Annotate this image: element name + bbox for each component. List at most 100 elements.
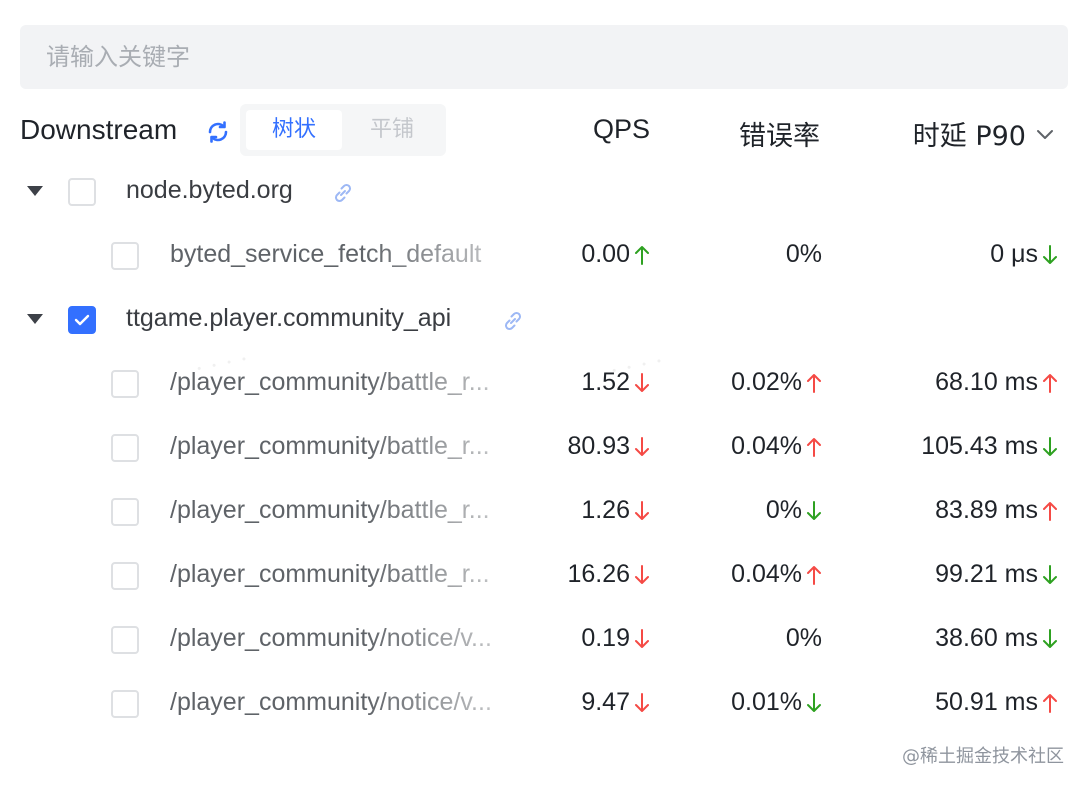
- group-name: ttgame.player.community_api: [126, 304, 452, 332]
- error-rate-cell: 0.01%: [731, 688, 822, 717]
- table-row[interactable]: /player_community/battle_r... 1.52 0.02% 68…: [0, 352, 1086, 416]
- latency-cell: 38.60 ms: [935, 624, 1058, 653]
- table-row[interactable]: /player_community/battle_r... 16.26 0.04% 9…: [0, 544, 1086, 608]
- caret-down-icon[interactable]: [27, 314, 43, 324]
- qps-cell: 0.19: [581, 624, 650, 653]
- arrow-down-icon: [1043, 564, 1057, 584]
- error-rate-cell-value: 0%: [785, 240, 822, 268]
- arrow-down-icon: [807, 692, 821, 712]
- group-row: node.byted.org: [0, 160, 1086, 224]
- table-row[interactable]: /player_community/notice/v... 0.19 0% 38.60…: [0, 608, 1086, 672]
- view-mode-switch: 树状 平铺: [240, 104, 446, 156]
- row-checkbox[interactable]: [111, 498, 139, 526]
- qps-cell: 0.00: [581, 240, 650, 269]
- latency-cell-value: 105.43 ms: [921, 432, 1038, 460]
- error-rate-cell-value: 0.02%: [731, 368, 802, 396]
- arrow-down-icon: [635, 436, 649, 456]
- row-checkbox[interactable]: [68, 306, 96, 334]
- arrow-down-icon: [635, 692, 649, 712]
- group-name: node.byted.org: [126, 176, 293, 204]
- arrow-down-icon: [807, 500, 821, 520]
- qps-cell-value: 1.26: [581, 496, 630, 524]
- error-rate-cell-value: 0.04%: [731, 560, 802, 588]
- error-rate-cell: 0.04%: [731, 560, 822, 589]
- endpoint-name: /player_community/battle_r...: [170, 432, 490, 460]
- footer-watermark: @稀土掘金技术社区: [902, 746, 1064, 767]
- arrow-down-icon: [1043, 244, 1057, 264]
- latency-cell-value: 68.10 ms: [935, 368, 1038, 396]
- qps-cell: 1.26: [581, 496, 650, 525]
- latency-cell-value: 38.60 ms: [935, 624, 1038, 652]
- qps-cell: 80.93: [567, 432, 650, 461]
- view-mode-flat-button[interactable]: 平铺: [344, 110, 440, 150]
- qps-cell: 16.26: [567, 560, 650, 589]
- row-checkbox[interactable]: [68, 178, 96, 206]
- arrow-up-icon: [807, 373, 821, 393]
- latency-cell: 68.10 ms: [935, 368, 1058, 397]
- qps-cell-value: 16.26: [567, 560, 630, 588]
- qps-cell-value: 9.47: [581, 688, 630, 716]
- chevron-down-icon: [1037, 129, 1053, 139]
- arrow-down-icon: [1043, 436, 1057, 456]
- latency-cell: 105.43 ms: [921, 432, 1058, 461]
- arrow-up-icon: [807, 565, 821, 585]
- arrow-up-icon: [1043, 501, 1057, 521]
- latency-cell-value: 50.91 ms: [935, 688, 1038, 716]
- search-input[interactable]: [20, 25, 1068, 89]
- qps-cell: 9.47: [581, 688, 650, 717]
- group-row: ttgame.player.community_api: [0, 288, 1086, 352]
- error-rate-cell: 0%: [786, 240, 822, 269]
- error-rate-cell-value: 0%: [785, 624, 822, 652]
- arrow-up-icon: [807, 437, 821, 457]
- row-checkbox[interactable]: [111, 434, 139, 462]
- arrow-up-icon: [1043, 693, 1057, 713]
- table-header: Downstream 树状 平铺 QPS 错误率 时延 P90: [0, 100, 1086, 160]
- link-icon[interactable]: [500, 308, 526, 334]
- row-checkbox[interactable]: [111, 562, 139, 590]
- column-header-qps: QPS: [592, 114, 650, 144]
- qps-cell-value: 80.93: [567, 432, 630, 460]
- error-rate-cell: 0.02%: [731, 368, 822, 397]
- column-header-latency-sort[interactable]: 时延 P90: [913, 114, 1054, 153]
- row-checkbox[interactable]: [111, 626, 139, 654]
- row-checkbox[interactable]: [111, 370, 139, 398]
- latency-cell: 83.89 ms: [935, 496, 1058, 525]
- table-row[interactable]: /player_community/battle_r... 80.93 0.04% 1…: [0, 416, 1086, 480]
- latency-cell: 99.21 ms: [935, 560, 1058, 589]
- check-icon: [74, 314, 90, 326]
- error-rate-cell-value: 0%: [765, 496, 802, 524]
- row-checkbox[interactable]: [111, 690, 139, 718]
- arrow-down-icon: [1043, 628, 1057, 648]
- arrow-down-icon: [635, 564, 649, 584]
- qps-cell-value: 0.19: [581, 624, 630, 652]
- view-mode-tree-button[interactable]: 树状: [246, 110, 342, 150]
- endpoint-name: /player_community/battle_r...: [170, 496, 490, 524]
- caret-down-icon[interactable]: [27, 186, 43, 196]
- error-rate-cell-value: 0.04%: [731, 432, 802, 460]
- refresh-icon[interactable]: [204, 118, 232, 146]
- latency-cell: 50.91 ms: [935, 688, 1058, 717]
- table-row[interactable]: /player_community/notice/v... 9.47 0.01% 50…: [0, 672, 1086, 736]
- latency-cell: 0 μs: [990, 240, 1058, 269]
- column-header-error-rate: 错误率: [739, 121, 820, 152]
- arrow-down-icon: [635, 628, 649, 648]
- error-rate-cell: 0%: [786, 624, 822, 653]
- latency-cell-value: 83.89 ms: [935, 496, 1038, 524]
- row-checkbox[interactable]: [111, 242, 139, 270]
- endpoint-name: /player_community/notice/v...: [170, 688, 492, 716]
- endpoint-name: /player_community/battle_r...: [170, 560, 490, 588]
- endpoint-name: byted_service_fetch_default: [170, 240, 482, 268]
- link-icon[interactable]: [330, 180, 356, 206]
- arrow-down-icon: [635, 500, 649, 520]
- error-rate-cell: 0%: [766, 496, 822, 525]
- endpoint-name: /player_community/notice/v...: [170, 624, 492, 652]
- table-row[interactable]: byted_service_fetch_default 0.00 0% 0 μs: [0, 224, 1086, 288]
- column-header-latency-label: 时延 P90: [912, 121, 1026, 152]
- error-rate-cell: 0.04%: [731, 432, 822, 461]
- arrow-up-icon: [1043, 373, 1057, 393]
- latency-cell-value: 0 μs: [990, 240, 1038, 268]
- arrow-up-icon: [635, 245, 649, 265]
- section-title: Downstream: [20, 114, 178, 145]
- table-row[interactable]: /player_community/battle_r... 1.26 0% 83.89…: [0, 480, 1086, 544]
- qps-cell-value: 0.00: [581, 240, 630, 268]
